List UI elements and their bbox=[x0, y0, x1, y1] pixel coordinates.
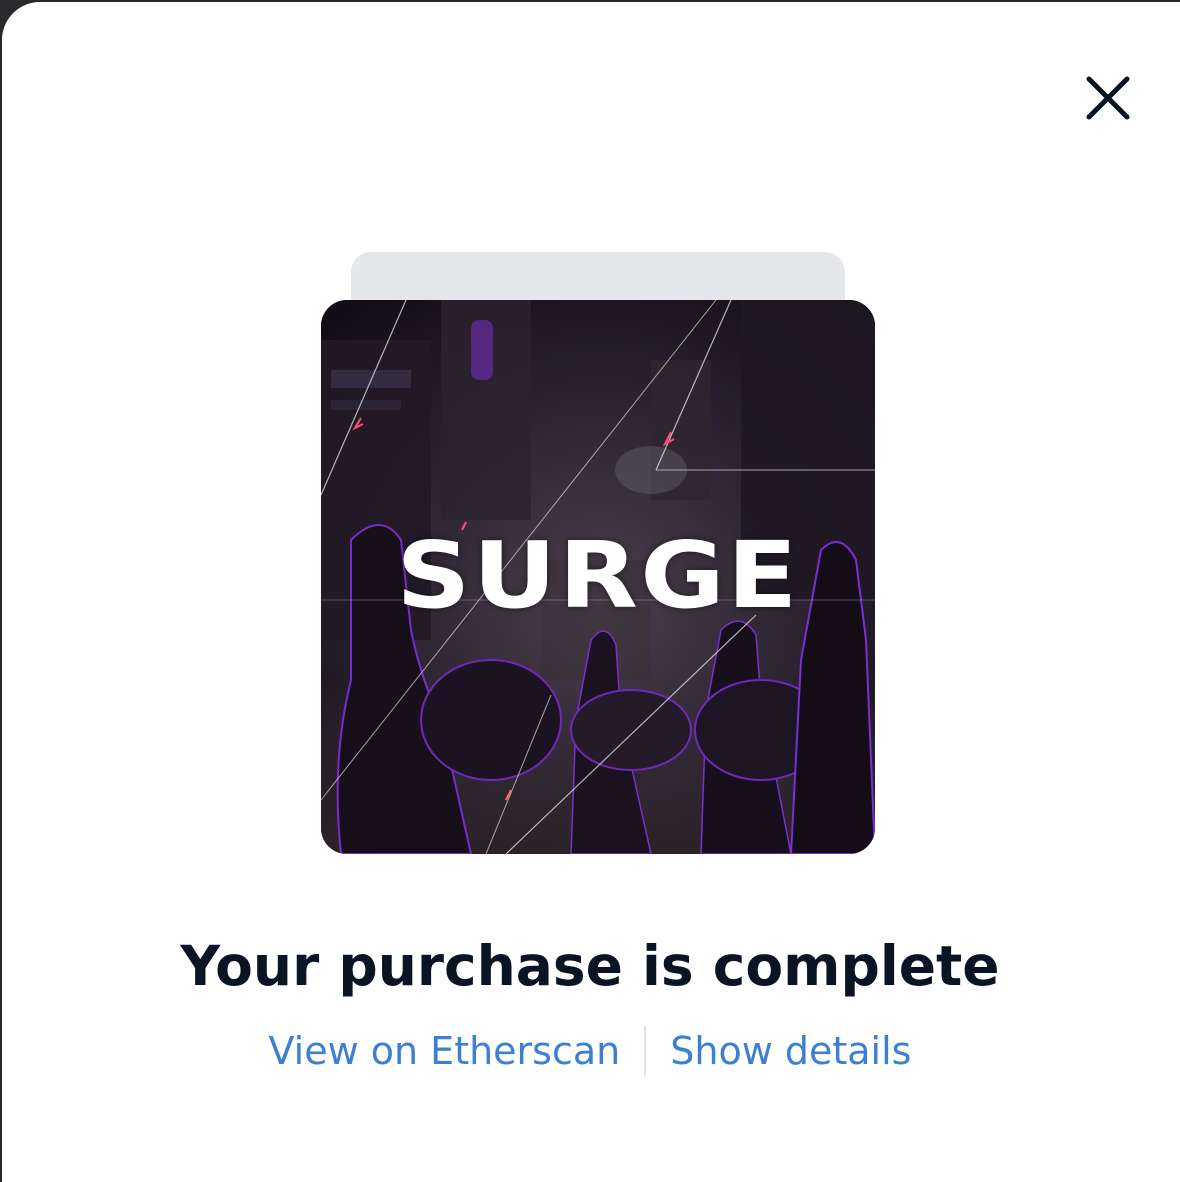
purchase-complete-heading: Your purchase is complete bbox=[180, 934, 1000, 998]
close-icon bbox=[1086, 76, 1130, 120]
modal-links: View on Etherscan Show details bbox=[0, 1024, 1180, 1078]
nft-artwork: SURGE bbox=[321, 300, 875, 854]
card-stack-shadow bbox=[351, 252, 845, 302]
close-button[interactable] bbox=[1078, 68, 1138, 128]
artwork-title: SURGE bbox=[396, 522, 800, 629]
link-separator bbox=[644, 1026, 647, 1076]
show-details-link[interactable]: Show details bbox=[670, 1024, 911, 1078]
purchase-modal: SURGE bbox=[2, 2, 1180, 1182]
view-on-etherscan-link[interactable]: View on Etherscan bbox=[269, 1024, 621, 1078]
